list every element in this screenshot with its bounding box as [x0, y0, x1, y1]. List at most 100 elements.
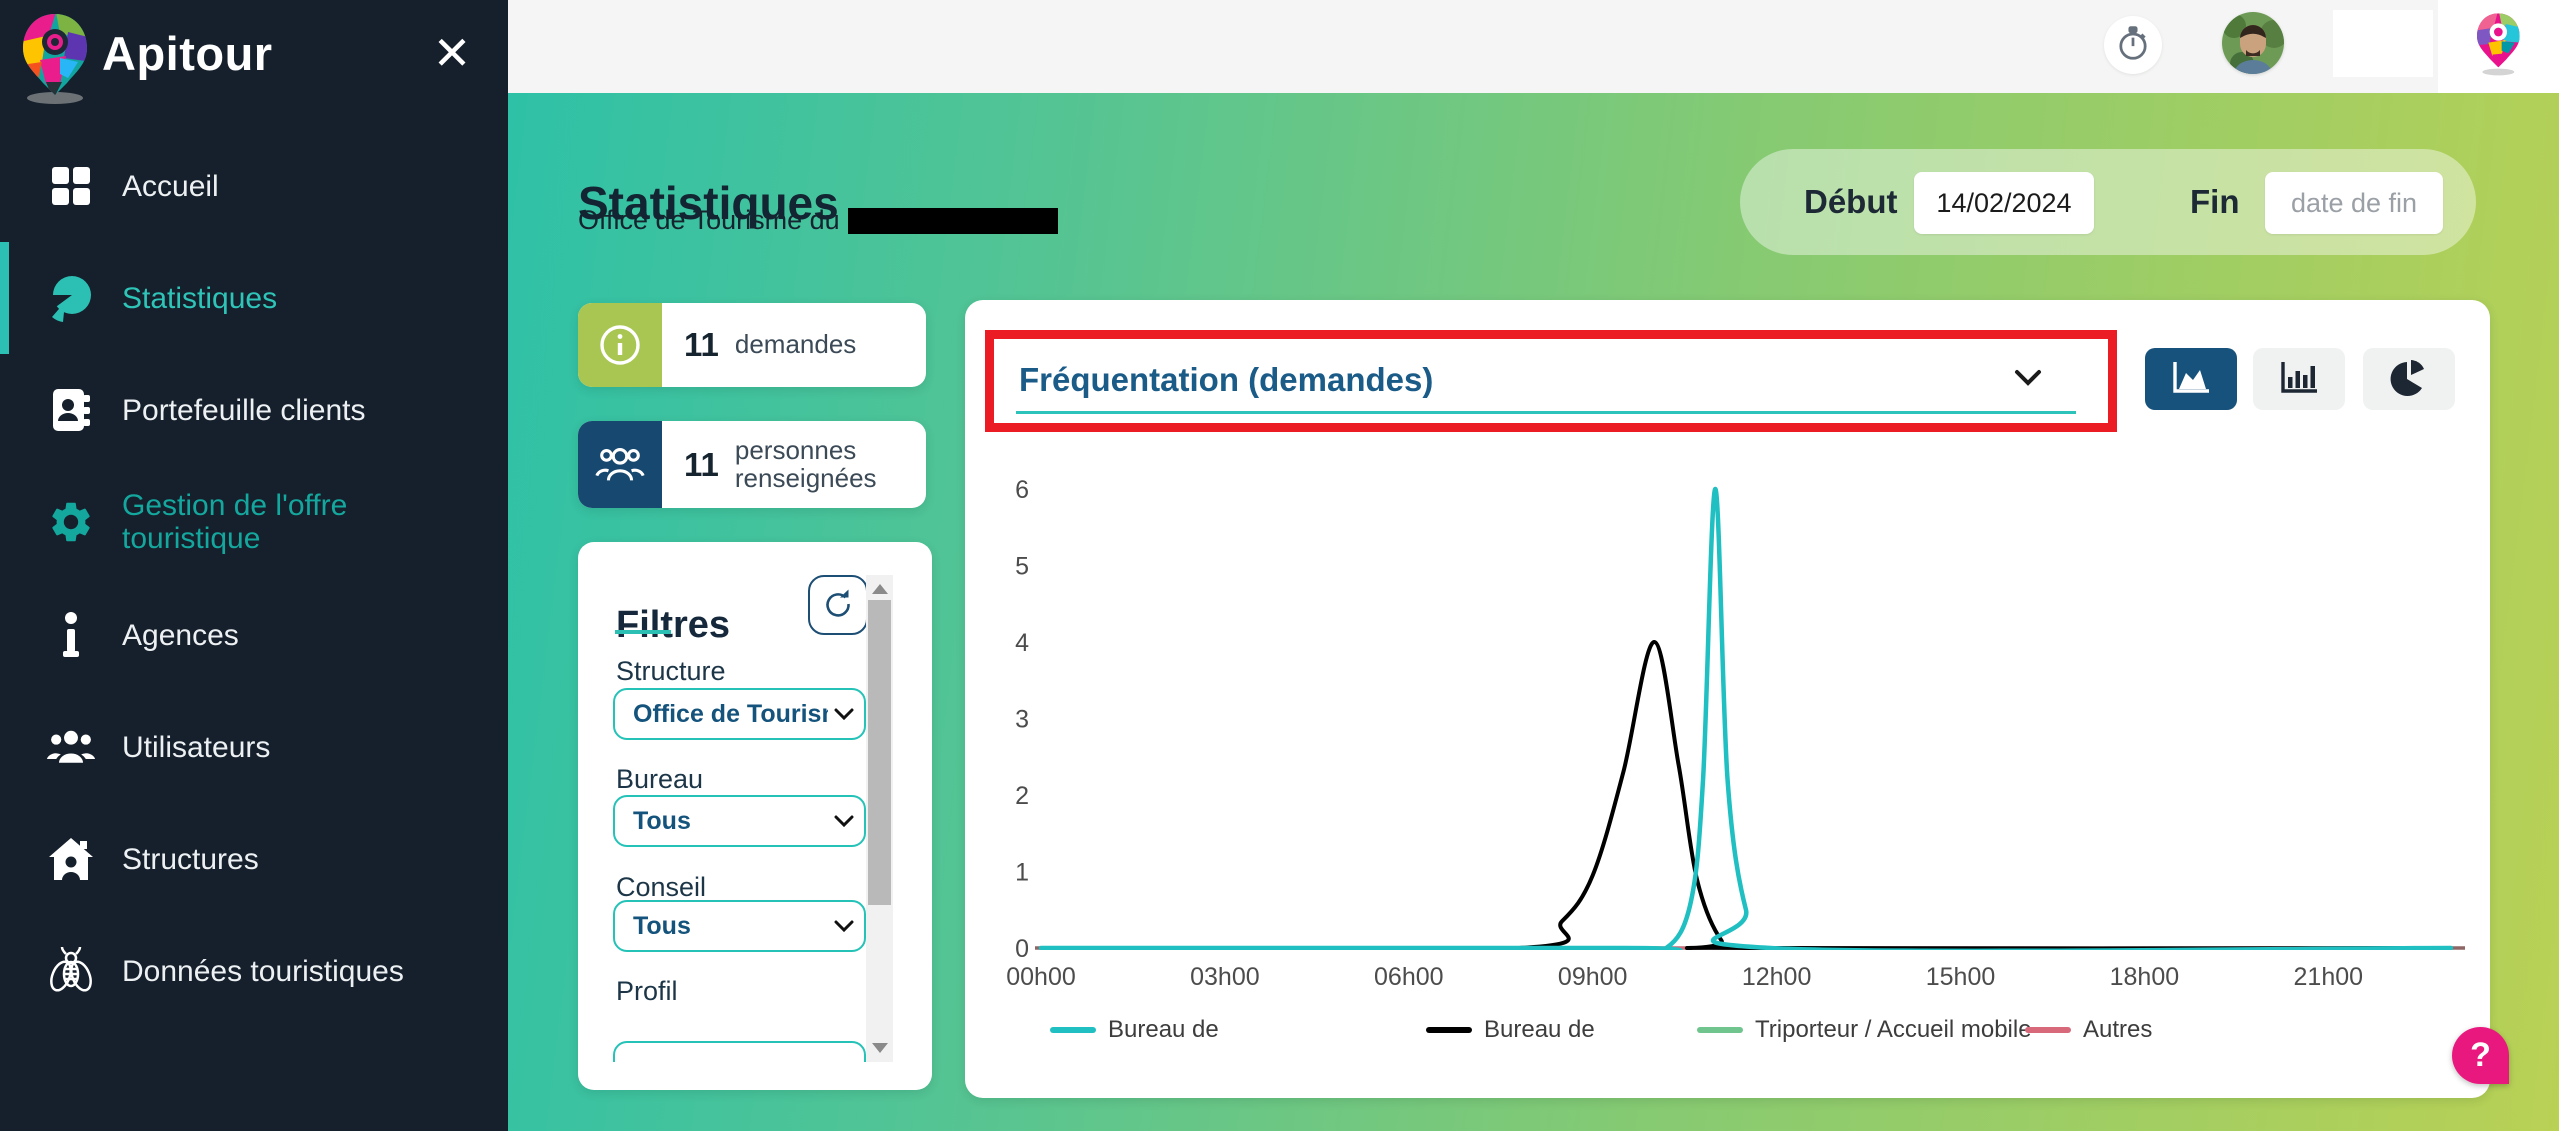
pie-chart-button[interactable]	[2363, 348, 2455, 410]
scroll-down-arrow[interactable]	[872, 1043, 888, 1053]
stopwatch-icon	[2116, 26, 2150, 65]
app-title: Apitour	[102, 26, 273, 81]
personnes-label: personnes renseignées	[735, 437, 910, 492]
legend-label: Triporteur / Accueil mobile	[1755, 1016, 2032, 1044]
filters-title: Filtres	[616, 604, 730, 647]
legend-item-0[interactable]: Bureau de	[1050, 1016, 1219, 1044]
sidebar-header: Apitour ✕	[18, 10, 488, 102]
sidebar-item-portefeuille-clients[interactable]: Portefeuille clients	[0, 354, 508, 466]
apitour-pin-icon	[2475, 11, 2523, 82]
profil-select-clipped	[613, 1041, 866, 1062]
filters-panel: Filtres Structure Office de Tourisme du …	[578, 542, 932, 1090]
svg-text:18h00: 18h00	[2110, 963, 2180, 991]
sidebar-item-structures[interactable]: Structures	[0, 803, 508, 915]
stat-card-personnes: 11 personnes renseignées	[578, 421, 926, 508]
legend-swatch	[1697, 1027, 1743, 1033]
svg-text:1: 1	[1015, 859, 1029, 887]
filters-scrollbar[interactable]	[866, 575, 893, 1062]
brand-panel	[2438, 0, 2559, 93]
svg-text:2: 2	[1015, 782, 1029, 810]
session-timer-button[interactable]	[2104, 16, 2162, 74]
bureau-select[interactable]: Tous	[613, 795, 866, 847]
legend-item-1[interactable]: Bureau de	[1426, 1016, 1595, 1044]
main-content: Statistiques Office de Tourisme du Début…	[508, 93, 2559, 1131]
scroll-up-arrow[interactable]	[872, 584, 888, 594]
end-date-input[interactable]	[2265, 172, 2443, 234]
users-icon	[46, 722, 96, 772]
legend-swatch	[2025, 1027, 2071, 1033]
apitour-logo-icon	[20, 12, 92, 109]
sidebar: Apitour ✕ Accueil Statistiques	[0, 0, 508, 1131]
info-circle-icon	[578, 303, 662, 387]
help-question-mark: ?	[2470, 1036, 2491, 1075]
svg-text:6: 6	[1015, 476, 1029, 504]
sidebar-item-gestion-offre[interactable]: Gestion de l'offre touristique	[0, 466, 508, 578]
legend-item-2[interactable]: Triporteur / Accueil mobile	[1697, 1016, 2032, 1044]
filter-label-structure: Structure	[616, 656, 726, 687]
svg-text:03h00: 03h00	[1190, 963, 1260, 991]
stat-card-demandes: 11 demandes	[578, 303, 926, 387]
sidebar-item-agences[interactable]: Agences	[0, 579, 508, 691]
dataset-selector[interactable]: Fréquentation (demandes)	[985, 330, 2117, 432]
redacted-structure-name	[848, 208, 1058, 234]
refresh-icon	[822, 588, 854, 623]
svg-text:15h00: 15h00	[1926, 963, 1996, 991]
scrollbar-thumb[interactable]	[868, 600, 891, 905]
contacts-icon	[46, 385, 96, 435]
sidebar-item-donnees-touristiques[interactable]: Données touristiques	[0, 915, 508, 1027]
help-button[interactable]: ?	[2452, 1027, 2509, 1084]
chevron-down-icon	[2014, 369, 2042, 392]
gear-icon	[46, 497, 96, 547]
user-avatar[interactable]	[2222, 12, 2284, 74]
start-date-input[interactable]	[1914, 172, 2094, 234]
svg-text:12h00: 12h00	[1742, 963, 1812, 991]
filter-label-conseil: Conseil	[616, 872, 706, 903]
legend-label: Bureau de	[1108, 1016, 1219, 1044]
pie-chart-icon	[2389, 359, 2429, 400]
sidebar-item-statistiques[interactable]: Statistiques	[0, 242, 508, 354]
sidebar-item-accueil[interactable]: Accueil	[0, 130, 508, 242]
topbar	[508, 0, 2559, 93]
svg-text:21h00: 21h00	[2294, 963, 2364, 991]
legend-swatch	[1426, 1027, 1472, 1033]
svg-text:0: 0	[1015, 935, 1029, 963]
date-range-bar: Début Fin	[1740, 149, 2476, 255]
info-icon	[46, 610, 96, 660]
bar-chart-button[interactable]	[2253, 348, 2345, 410]
chevron-down-icon	[834, 708, 854, 727]
chevron-down-icon	[834, 920, 854, 939]
svg-text:09h00: 09h00	[1558, 963, 1628, 991]
svg-text:4: 4	[1015, 629, 1029, 657]
home-icon	[46, 834, 96, 884]
filters-title-underline	[615, 630, 671, 634]
bar-chart-icon	[2278, 360, 2320, 399]
legend-swatch	[1050, 1027, 1096, 1033]
profil-select[interactable]	[613, 1041, 866, 1062]
svg-text:06h00: 06h00	[1374, 963, 1444, 991]
legend-label: Bureau de	[1484, 1016, 1595, 1044]
svg-text:00h00: 00h00	[1006, 963, 1076, 991]
bee-icon	[46, 946, 96, 996]
pie-chart-icon	[46, 273, 96, 323]
selector-underline	[1016, 411, 2076, 414]
personnes-count: 11	[684, 446, 719, 484]
chart-legend: Bureau de Bureau de Triporteur / Accueil m…	[965, 1016, 2490, 1056]
dataset-selector-value: Fréquentation (demandes)	[1019, 361, 1433, 399]
conseil-select[interactable]: Tous	[613, 900, 866, 952]
demandes-label: demandes	[735, 331, 910, 358]
sidebar-item-utilisateurs[interactable]: Utilisateurs	[0, 691, 508, 803]
sidebar-close-button[interactable]: ✕	[424, 24, 480, 80]
demandes-count: 11	[684, 326, 719, 364]
chevron-down-icon	[834, 815, 854, 834]
filter-label-bureau: Bureau	[616, 764, 703, 795]
legend-item-3[interactable]: Autres	[2025, 1016, 2152, 1044]
structure-select[interactable]: Office de Tourisme du	[613, 688, 866, 740]
filter-label-profil: Profil	[616, 976, 678, 1007]
group-icon	[578, 421, 662, 508]
start-date-label: Début	[1804, 183, 1898, 221]
area-chart-button[interactable]	[2145, 348, 2237, 410]
refresh-filters-button[interactable]	[808, 575, 868, 635]
end-date-label: Fin	[2190, 183, 2239, 221]
page-subtitle: Office de Tourisme du	[578, 205, 1058, 236]
legend-label: Autres	[2083, 1016, 2152, 1044]
